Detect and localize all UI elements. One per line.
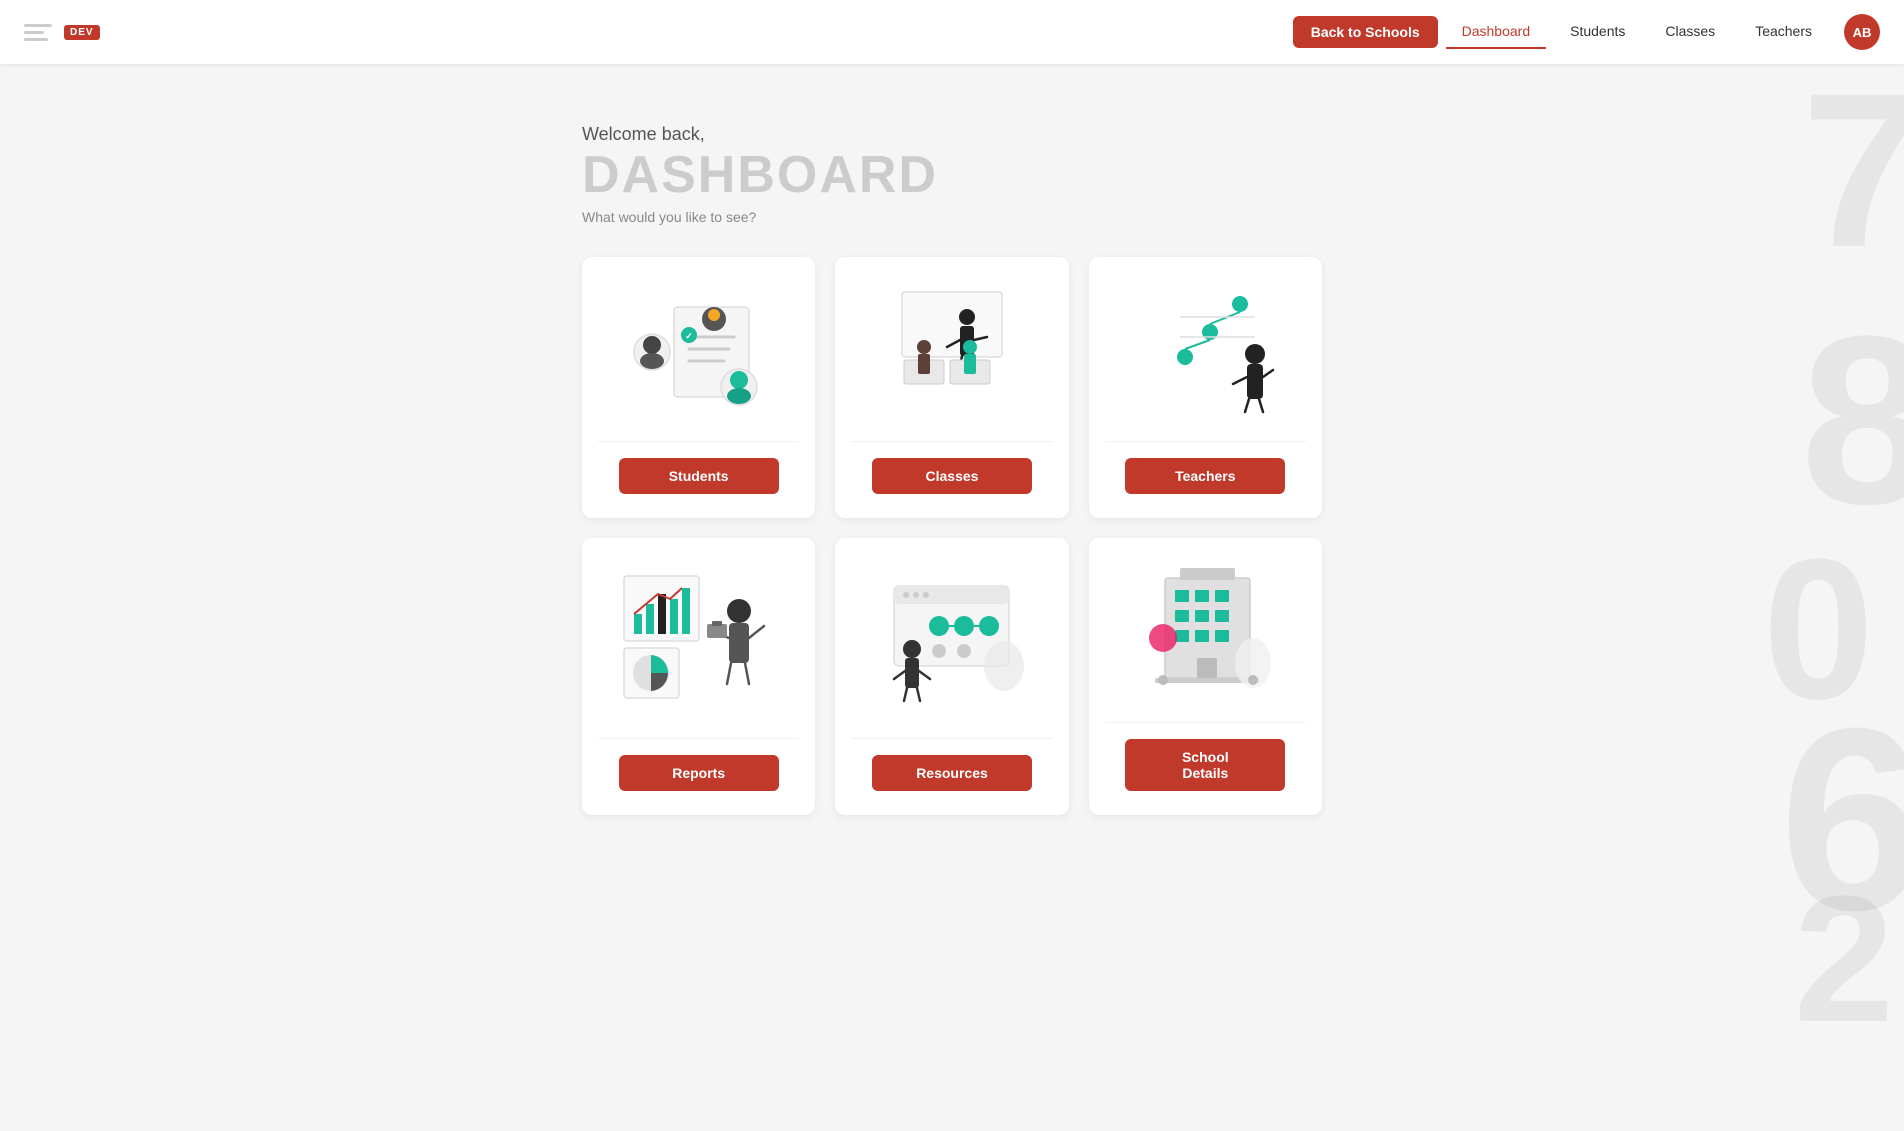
resources-illustration: [851, 558, 1052, 714]
classes-illustration: [851, 277, 1052, 417]
logo-area: DEV: [24, 24, 100, 41]
card-divider: [851, 738, 1052, 739]
reports-illustration: [598, 558, 799, 714]
dev-badge: DEV: [64, 25, 100, 40]
classes-button[interactable]: Classes: [872, 458, 1032, 494]
nav-item-teachers[interactable]: Teachers: [1739, 15, 1828, 49]
classes-card: Classes: [835, 257, 1068, 518]
students-illustration: ✓: [598, 277, 799, 417]
back-to-schools-button[interactable]: Back to Schools: [1293, 16, 1438, 48]
students-button[interactable]: Students: [619, 458, 779, 494]
school-details-button[interactable]: School Details: [1125, 739, 1285, 791]
page-title: DASHBOARD: [582, 149, 1322, 201]
header: DEV Back to Schools Dashboard Students C…: [0, 0, 1904, 64]
bg-num-2: 2: [1794, 870, 1894, 1050]
bg-num-7: 7: [1802, 60, 1904, 280]
nav-item-classes[interactable]: Classes: [1649, 15, 1731, 49]
card-divider: [1105, 722, 1306, 723]
reports-card: Reports: [582, 538, 815, 815]
card-divider: [1105, 441, 1306, 442]
bg-num-0: 0: [1763, 530, 1874, 730]
bg-num-8: 8: [1801, 300, 1904, 540]
nav-item-dashboard[interactable]: Dashboard: [1446, 15, 1547, 49]
teachers-illustration: [1105, 277, 1306, 417]
school-illustration: [1105, 558, 1306, 698]
svg-text:✓: ✓: [685, 331, 693, 341]
logo-icon: [24, 24, 52, 41]
teachers-button[interactable]: Teachers: [1125, 458, 1285, 494]
resources-card: Resources: [835, 538, 1068, 815]
main-nav: Back to Schools Dashboard Students Class…: [1293, 14, 1880, 50]
welcome-text: Welcome back,: [582, 124, 1322, 145]
card-divider: [598, 441, 799, 442]
students-card: ✓ Students: [582, 257, 815, 518]
nav-item-students[interactable]: Students: [1554, 15, 1641, 49]
reports-button[interactable]: Reports: [619, 755, 779, 791]
user-avatar[interactable]: AB: [1844, 14, 1880, 50]
card-divider: [851, 441, 1052, 442]
teachers-card: Teachers: [1089, 257, 1322, 518]
main-content: Welcome back, DASHBOARD What would you l…: [542, 64, 1362, 875]
resources-button[interactable]: Resources: [872, 755, 1032, 791]
logo-line-2: [24, 31, 44, 34]
subtitle: What would you like to see?: [582, 209, 1322, 225]
card-grid: ✓ Students: [582, 257, 1322, 815]
card-divider: [598, 738, 799, 739]
background-decoration: 7 8 0 6 2: [1624, 0, 1904, 1131]
logo-line-3: [24, 38, 48, 41]
logo-line-1: [24, 24, 52, 27]
bg-num-6: 6: [1779, 690, 1904, 950]
school-card: School Details: [1089, 538, 1322, 815]
